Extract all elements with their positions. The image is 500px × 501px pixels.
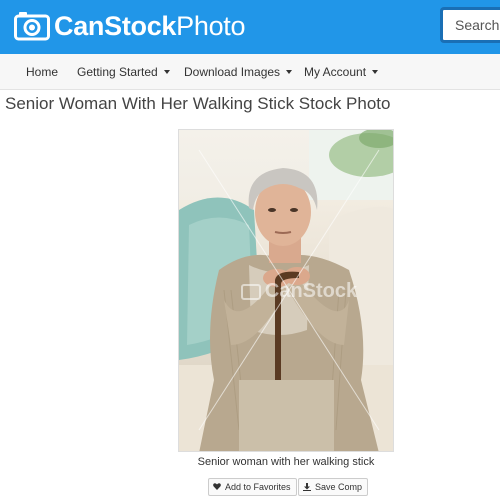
nav-download-images-label: Download Images (184, 65, 281, 79)
watermark: CanStock (219, 280, 379, 303)
download-icon (303, 482, 311, 491)
camera-icon (240, 283, 261, 300)
page-title: Senior Woman With Her Walking Stick Stoc… (5, 94, 391, 113)
save-comp-button[interactable]: Save Comp (298, 478, 369, 496)
header-bar: CanStockPhoto (0, 0, 500, 54)
photo-caption: Senior woman with her walking stick (197, 456, 375, 468)
brand-name-bold: CanStock (54, 11, 177, 41)
nav-my-account-label: My Account (304, 65, 367, 79)
nav-getting-started[interactable]: Getting Started (77, 54, 170, 90)
caret-down-icon (163, 69, 170, 74)
watermark-text: CanStock (264, 280, 358, 302)
brand-name-light: Photo (176, 11, 246, 41)
caret-down-icon (372, 69, 379, 74)
main-nav: Home Getting Started Download Images My … (0, 54, 500, 90)
nav-my-account[interactable]: My Account (304, 54, 379, 90)
heart-icon (213, 483, 221, 491)
add-to-favorites-button[interactable]: Add to Favorites (208, 478, 297, 496)
add-to-favorites-label: Add to Favorites (225, 482, 291, 492)
search-input[interactable] (455, 17, 500, 33)
save-comp-label: Save Comp (315, 482, 363, 492)
brand-name: CanStockPhoto (54, 9, 246, 43)
stock-photo[interactable]: CanStock (178, 129, 394, 452)
nav-home-label: Home (26, 65, 59, 79)
nav-home[interactable]: Home (26, 54, 58, 90)
camera-icon (14, 12, 50, 41)
brand-logo[interactable]: CanStockPhoto (14, 9, 246, 43)
search-box[interactable] (440, 7, 500, 43)
nav-download-images[interactable]: Download Images (184, 54, 293, 90)
caret-down-icon (286, 69, 293, 74)
nav-getting-started-label: Getting Started (77, 65, 158, 79)
